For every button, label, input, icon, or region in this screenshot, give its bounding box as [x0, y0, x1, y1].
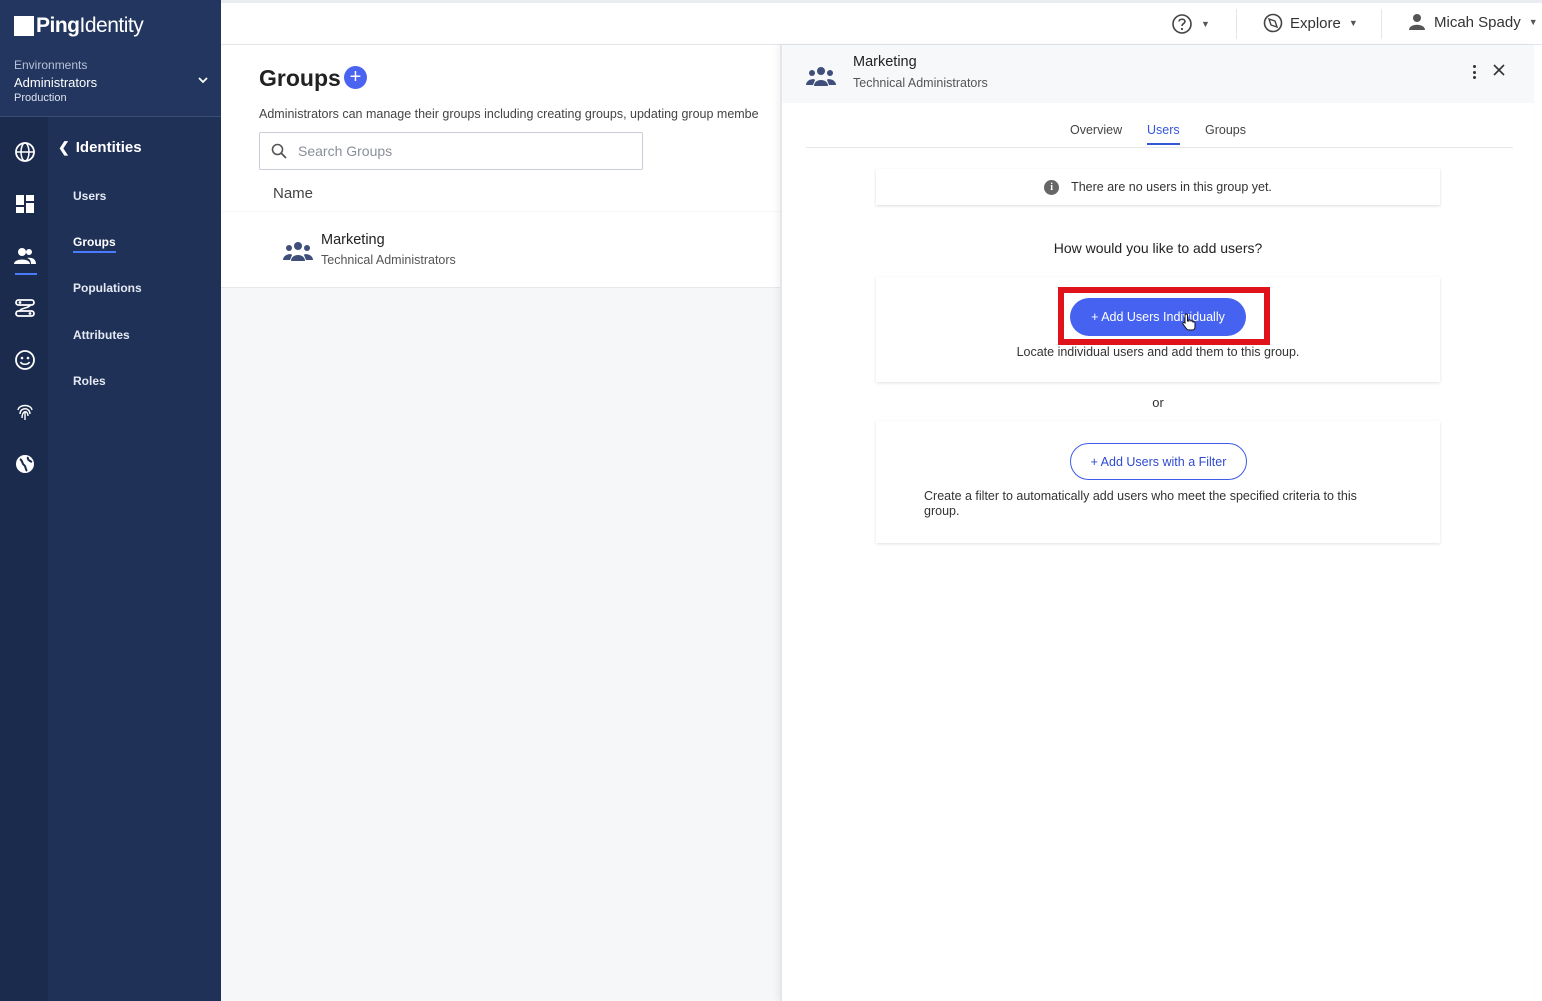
info-icon: i — [1044, 179, 1060, 195]
add-group-button[interactable]: + — [344, 66, 367, 89]
add-users-question: How would you like to add users? — [1053, 240, 1263, 256]
user-name: Micah Spady — [1434, 13, 1521, 31]
subnav-item-roles[interactable]: Roles — [73, 374, 106, 388]
panel-title: Marketing — [853, 54, 917, 70]
environment-header: Ping Identity Environments Administrators… — [0, 0, 221, 117]
tab-overview[interactable]: Overview — [1070, 123, 1122, 143]
groups-main: Groups + Administrators can manage their… — [221, 45, 780, 1001]
panel-subtitle: Technical Administrators — [853, 76, 988, 90]
table-row[interactable]: Marketing Technical Administrators — [221, 212, 780, 288]
panel-header: Marketing Technical Administrators — [782, 45, 1534, 103]
add-filter-description: Create a filter to automatically add use… — [924, 489, 1357, 518]
ping-identity-logo[interactable]: Ping Identity — [14, 14, 144, 38]
explore-menu[interactable]: Explore ▼ — [1263, 13, 1358, 33]
add-individually-description: Locate individual users and add them to … — [1016, 345, 1300, 359]
hand-cursor-icon — [1182, 313, 1196, 331]
experiences-icon[interactable] — [14, 349, 36, 371]
divider — [1236, 9, 1237, 39]
logo-text-ping: Ping — [36, 14, 80, 37]
compass-icon — [1263, 13, 1283, 33]
page-description: Administrators can manage their groups i… — [259, 107, 759, 121]
search-box — [259, 132, 643, 170]
subnav-item-attributes[interactable]: Attributes — [73, 328, 130, 342]
help-icon — [1172, 14, 1192, 34]
group-subtitle: Technical Administrators — [321, 253, 456, 267]
caret-down-icon: ▼ — [1528, 17, 1538, 27]
active-rail-indicator — [15, 273, 37, 275]
groups-header: Groups + Administrators can manage their… — [221, 45, 780, 211]
logo-mark — [14, 16, 34, 36]
connections-icon[interactable] — [14, 297, 36, 319]
globe-icon[interactable] — [14, 141, 36, 163]
more-options-icon[interactable] — [1468, 63, 1480, 81]
empty-notice: i There are no users in this group yet. — [876, 169, 1440, 205]
add-users-with-filter-button[interactable]: + Add Users with a Filter — [1070, 443, 1247, 480]
caret-down-icon: ▼ — [1348, 18, 1358, 28]
identities-icon[interactable] — [14, 245, 36, 267]
or-label: or — [1152, 395, 1164, 410]
chevron-down-icon[interactable] — [196, 73, 210, 87]
page-title: Groups — [259, 65, 341, 91]
subnav-item-users[interactable]: Users — [73, 189, 106, 203]
identities-back-link[interactable]: ❮ Identities — [58, 139, 142, 156]
close-icon[interactable] — [1491, 62, 1507, 78]
top-bar: ▼ Explore ▼ Micah Spady ▼ — [221, 0, 1542, 45]
user-menu[interactable]: Micah Spady ▼ — [1408, 13, 1538, 31]
add-filter-card — [876, 421, 1440, 543]
sidebar: Ping Identity Environments Administrators… — [0, 0, 221, 1001]
help-menu[interactable]: ▼ — [1171, 13, 1210, 35]
divider — [1381, 9, 1382, 39]
logo-text-identity: Identity — [79, 14, 144, 37]
environments-label: Environments — [14, 58, 88, 72]
identities-subnav: ❮ Identities Users Groups Populations At… — [48, 117, 221, 1001]
chevron-left-icon: ❮ — [58, 139, 70, 155]
search-input[interactable] — [298, 141, 628, 161]
group-icon — [806, 67, 836, 86]
subnav-item-groups[interactable]: Groups — [73, 235, 116, 253]
search-icon — [271, 143, 287, 159]
panel-tabs: Overview Users Groups — [806, 123, 1513, 148]
icon-rail — [0, 117, 48, 1001]
add-users-individually-button[interactable]: + Add Users Individually — [1070, 298, 1246, 336]
dashboard-icon[interactable] — [14, 193, 36, 215]
group-name: Marketing — [321, 232, 385, 248]
subnav-item-populations[interactable]: Populations — [73, 281, 142, 295]
group-icon — [283, 242, 313, 261]
explore-label: Explore — [1290, 14, 1341, 32]
user-icon — [1409, 14, 1425, 30]
tab-groups[interactable]: Groups — [1205, 123, 1246, 143]
notice-text: There are no users in this group yet. — [1071, 180, 1272, 194]
tab-users[interactable]: Users — [1147, 123, 1180, 145]
column-header-name[interactable]: Name — [273, 185, 313, 202]
group-details-panel: Marketing Technical Administrators Overv… — [780, 45, 1534, 1001]
environment-selector[interactable]: Administrators — [14, 75, 97, 90]
fingerprint-icon[interactable] — [14, 401, 36, 423]
caret-down-icon: ▼ — [1201, 19, 1210, 29]
world-icon[interactable] — [14, 453, 36, 475]
identities-label: Identities — [75, 139, 142, 156]
environment-type: Production — [14, 92, 67, 104]
